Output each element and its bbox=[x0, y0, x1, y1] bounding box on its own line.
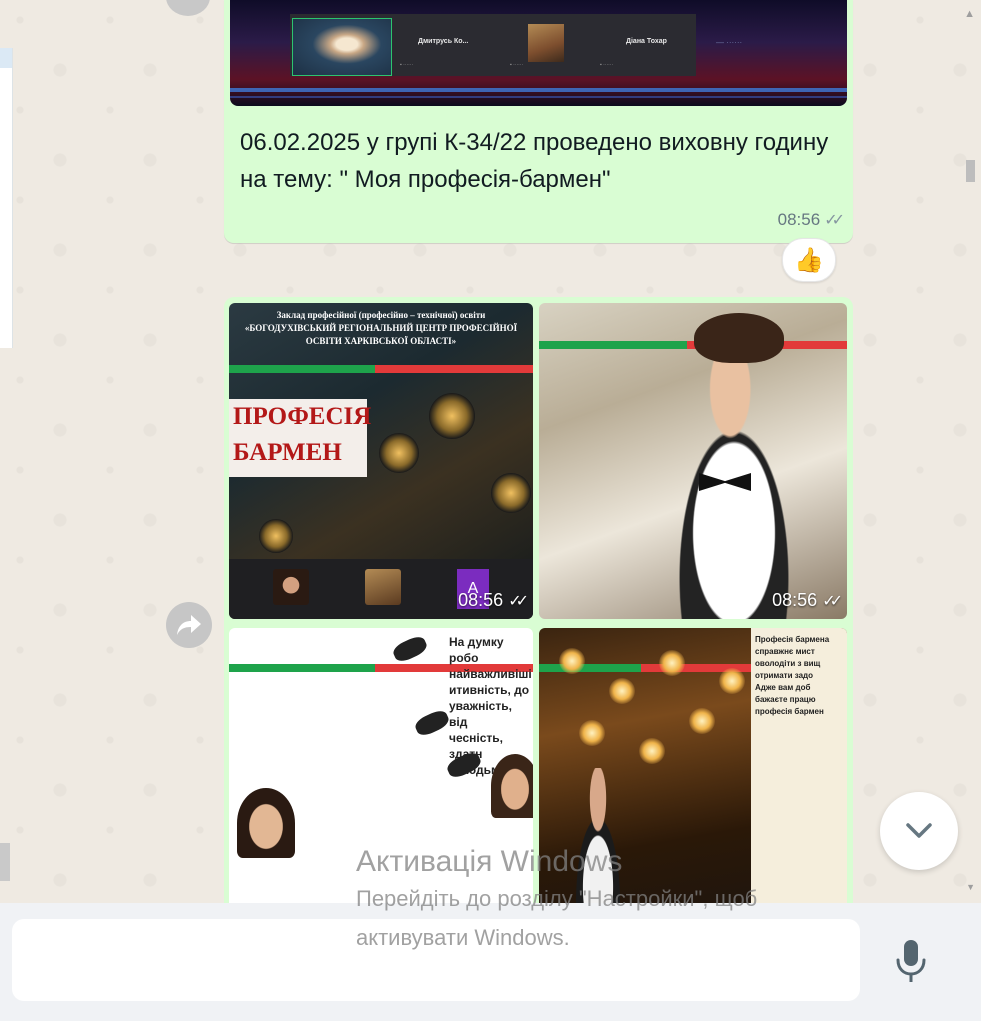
reaction-badge[interactable]: 👍 bbox=[782, 238, 836, 282]
forward-icon bbox=[177, 615, 201, 635]
message-meta: 08:56 ✓✓ bbox=[777, 210, 845, 230]
album-image[interactable]: 08:56 ✓✓ bbox=[539, 303, 847, 619]
image-time: 08:56 ✓✓ bbox=[772, 590, 843, 610]
slide-title: ПРОФЕСІЯ БАРМЕН bbox=[229, 399, 371, 477]
chat-scrollbar[interactable]: ▲ ▼ bbox=[959, 0, 981, 900]
call-indicator-bars bbox=[229, 365, 533, 373]
scrollbar-thumb[interactable] bbox=[966, 160, 975, 182]
scroll-to-bottom-button[interactable] bbox=[880, 792, 958, 870]
video-call-screenshot[interactable]: Дмитрусь Ко... Діана Тохар ▪ ······ ▪ ··… bbox=[230, 0, 847, 106]
double-check-icon: ✓✓ bbox=[508, 593, 529, 610]
album-image[interactable]: Професія бармена справжнє мист оволодіти… bbox=[539, 628, 847, 938]
message-input[interactable] bbox=[12, 919, 860, 1001]
double-check-icon: ✓✓ bbox=[824, 212, 845, 229]
voice-message-button[interactable] bbox=[888, 933, 934, 989]
left-panel-edge bbox=[0, 48, 13, 348]
participant-name: Дмитрусь Ко... bbox=[418, 38, 469, 45]
chevron-down-icon bbox=[906, 823, 932, 838]
slide-header: Заклад професійної (професійно – технічн… bbox=[244, 310, 518, 346]
image-time: 08:56 ✓✓ bbox=[458, 590, 529, 610]
scroll-down-arrow-icon[interactable]: ▼ bbox=[966, 882, 975, 892]
slide-text: Професія бармена справжнє мист оволодіти… bbox=[751, 628, 847, 938]
double-check-icon: ✓✓ bbox=[822, 593, 843, 610]
bartender-photo bbox=[639, 323, 829, 619]
microphone-icon bbox=[896, 940, 926, 982]
image-album: Заклад професійної (професійно – технічн… bbox=[224, 297, 853, 938]
participant-avatar bbox=[528, 24, 564, 62]
left-panel-divider bbox=[0, 843, 10, 881]
scroll-up-arrow-icon[interactable]: ▲ bbox=[964, 8, 975, 20]
message-text: 06.02.2025 у групі К-34/22 проведено вих… bbox=[240, 129, 829, 193]
participant-video-tile bbox=[292, 18, 392, 76]
message-composer bbox=[0, 903, 981, 1021]
forward-button[interactable] bbox=[166, 602, 212, 648]
album-image[interactable]: Заклад професійної (професійно – технічн… bbox=[229, 303, 533, 619]
message-time: 08:56 bbox=[777, 210, 821, 229]
album-image[interactable]: На думку робо найважливіші итивність, до… bbox=[229, 628, 533, 938]
message-bubble-outgoing[interactable]: Дмитрусь Ко... Діана Тохар ▪ ······ ▪ ··… bbox=[224, 0, 853, 243]
thumbs-up-icon: 👍 bbox=[794, 246, 824, 274]
participant-name: Діана Тохар bbox=[626, 38, 667, 45]
